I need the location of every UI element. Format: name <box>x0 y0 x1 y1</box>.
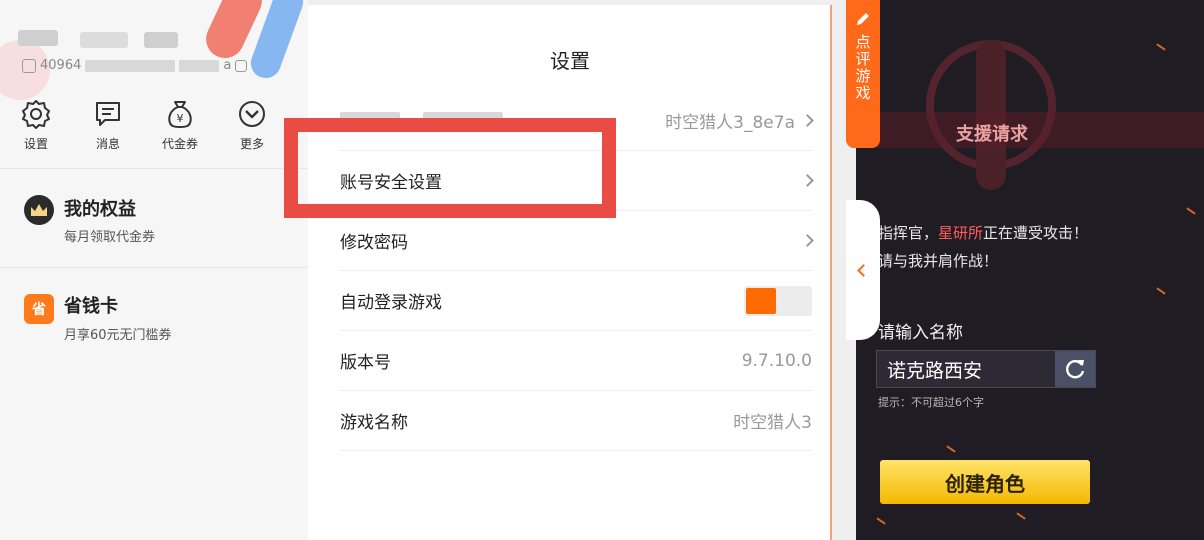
spark-decoration <box>1156 43 1166 51</box>
create-character-button[interactable]: 创建角色 <box>880 460 1090 504</box>
settings-row-value <box>801 234 814 247</box>
settings-row-value: 时空猎人3_8e7a <box>665 108 814 133</box>
chevron-right-icon <box>801 234 814 247</box>
quick-action-label: 代金券 <box>161 137 198 151</box>
blurred-username <box>80 32 128 48</box>
quick-action-settings[interactable]: 设置 <box>0 98 72 152</box>
story-line: 指挥官，星研所正在遭受攻击！ <box>878 224 1089 242</box>
svg-text:¥: ¥ <box>177 112 184 125</box>
chevron-left-icon <box>856 263 870 277</box>
quick-actions: 设置 消息 ¥ 代金券 更多 <box>0 98 308 152</box>
settings-row-label: 自动登录游戏 <box>340 293 442 313</box>
quick-action-coupons[interactable]: ¥ 代金券 <box>144 98 216 152</box>
blurred-uid <box>179 59 220 72</box>
page-title: 设置 <box>550 49 590 73</box>
savings-card[interactable]: 省 省钱卡 月享60元无门槛券 <box>0 267 308 365</box>
collapse-panel-tab[interactable] <box>846 200 880 340</box>
blurred-username <box>144 32 178 48</box>
settings-row-version: 版本号 9.7.10.0 <box>340 331 812 391</box>
savings-card-title: 省钱卡 <box>64 296 118 317</box>
story-line: 请与我并肩作战！ <box>878 252 999 270</box>
quick-action-messages[interactable]: 消息 <box>72 98 144 152</box>
savings-card-subtitle: 月享60元无门槛券 <box>64 328 172 343</box>
message-icon <box>96 102 120 126</box>
gear-icon <box>22 100 50 129</box>
quick-action-label: 消息 <box>95 137 120 151</box>
random-name-button[interactable] <box>1055 351 1095 387</box>
refresh-icon <box>1066 360 1085 379</box>
auto-login-toggle[interactable] <box>744 285 812 316</box>
review-tab-label: 点评游戏 <box>853 34 872 102</box>
quick-action-label: 更多 <box>239 137 264 151</box>
edit-icon[interactable] <box>235 59 248 72</box>
account-panel: 40964 a 设置 消息 ¥ 代金券 更多 我的权益 每月领取代金券 省 省钱… <box>0 0 308 540</box>
pencil-icon <box>857 13 869 25</box>
uid-suffix: a <box>223 58 232 73</box>
game-character-creation: 支援请求 指挥官，星研所正在遭受攻击！ 请与我并肩作战！ 请输入名称 提示：不可… <box>856 0 1204 540</box>
more-chevron-icon <box>239 101 265 127</box>
annotation-highlight-box <box>284 118 616 218</box>
uid-row: 40964 a <box>22 58 248 73</box>
toggle-knob <box>746 287 776 314</box>
profile-header: 40964 a 设置 消息 ¥ 代金券 更多 <box>0 0 308 165</box>
crown-icon <box>24 195 54 225</box>
name-label: 请输入名称 <box>878 323 963 343</box>
settings-row-value <box>801 174 814 187</box>
quick-action-label: 设置 <box>23 137 48 151</box>
uid-icon <box>22 58 36 73</box>
spark-decoration <box>1016 512 1026 520</box>
blurred-uid <box>85 59 176 72</box>
quick-action-more[interactable]: 更多 <box>216 98 288 152</box>
spark-decoration <box>1156 287 1166 295</box>
spark-decoration <box>876 517 886 525</box>
benefits-title: 我的权益 <box>64 199 136 220</box>
chevron-right-icon <box>801 114 814 127</box>
settings-panel: 设置 时空猎人3_8e7a 账号安全设置 修改密码 自动登录游戏 版本号 9.7… <box>308 5 832 540</box>
uid-prefix: 40964 <box>40 58 82 73</box>
settings-row-game-name: 游戏名称 时空猎人3 <box>340 391 812 451</box>
benefits-card[interactable]: 我的权益 每月领取代金券 <box>0 168 308 266</box>
savings-card-icon: 省 <box>24 294 54 324</box>
settings-row-value: 9.7.10.0 <box>741 350 812 371</box>
spark-decoration <box>946 445 956 453</box>
settings-row-label: 版本号 <box>340 353 391 373</box>
name-hint: 提示：不可超过6个字 <box>878 396 984 409</box>
settings-row-label: 修改密码 <box>340 233 408 253</box>
spark-decoration <box>1186 207 1196 215</box>
settings-row-auto-login: 自动登录游戏 <box>340 271 812 331</box>
name-input[interactable] <box>877 358 1053 380</box>
blurred-username <box>18 30 58 46</box>
coupon-bag-icon: ¥ <box>168 101 192 129</box>
settings-row-change-password[interactable]: 修改密码 <box>340 211 814 271</box>
settings-row-label: 游戏名称 <box>340 413 408 433</box>
review-game-tab[interactable]: 点评游戏 <box>846 0 880 148</box>
banner-text: 支援请求 <box>956 124 1028 145</box>
chevron-right-icon <box>801 174 814 187</box>
settings-row-value: 时空猎人3 <box>733 413 812 433</box>
benefits-subtitle: 每月领取代金券 <box>64 230 156 245</box>
name-field <box>876 350 1096 388</box>
